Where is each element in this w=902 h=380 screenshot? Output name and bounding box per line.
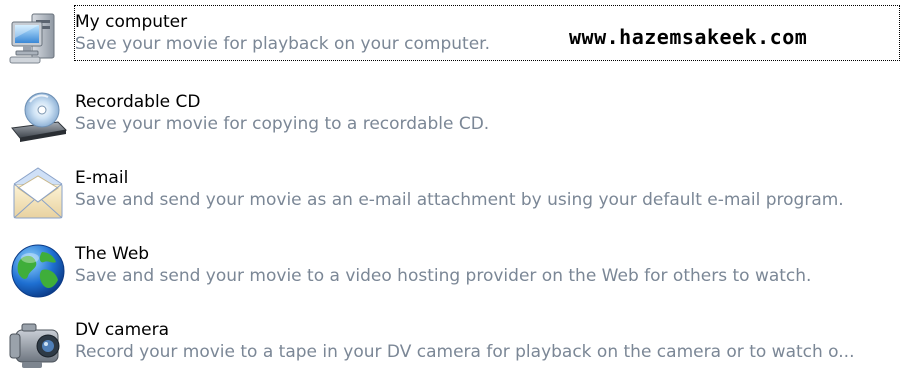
envelope-icon <box>8 164 68 224</box>
option-title: My computer <box>75 12 188 32</box>
publish-destination-list: My computer Save your movie for playback… <box>0 0 902 368</box>
option-dv-camera[interactable]: DV camera Record your movie to a tape in… <box>4 312 900 374</box>
computer-icon <box>4 8 64 68</box>
option-title: Recordable CD <box>75 92 201 112</box>
option-description: Save your movie for playback on your com… <box>75 34 490 54</box>
option-title: The Web <box>75 244 150 264</box>
camcorder-icon <box>8 316 68 376</box>
option-description: Save and send your movie to a video host… <box>75 266 812 286</box>
option-description: Record your movie to a tape in your DV c… <box>75 342 855 362</box>
watermark-text: www.hazemsakeek.com <box>569 25 808 49</box>
option-description: Save and send your movie as an e-mail at… <box>75 190 844 210</box>
option-the-web[interactable]: The Web Save and send your movie to a vi… <box>4 236 900 298</box>
option-title: E-mail <box>75 168 129 188</box>
cd-drive-icon <box>8 88 68 148</box>
globe-icon <box>8 240 68 300</box>
option-email[interactable]: E-mail Save and send your movie as an e-… <box>4 160 900 222</box>
option-description: Save your movie for copying to a recorda… <box>75 114 490 134</box>
option-title: DV camera <box>75 320 170 340</box>
option-recordable-cd[interactable]: Recordable CD Save your movie for copyin… <box>4 84 900 146</box>
